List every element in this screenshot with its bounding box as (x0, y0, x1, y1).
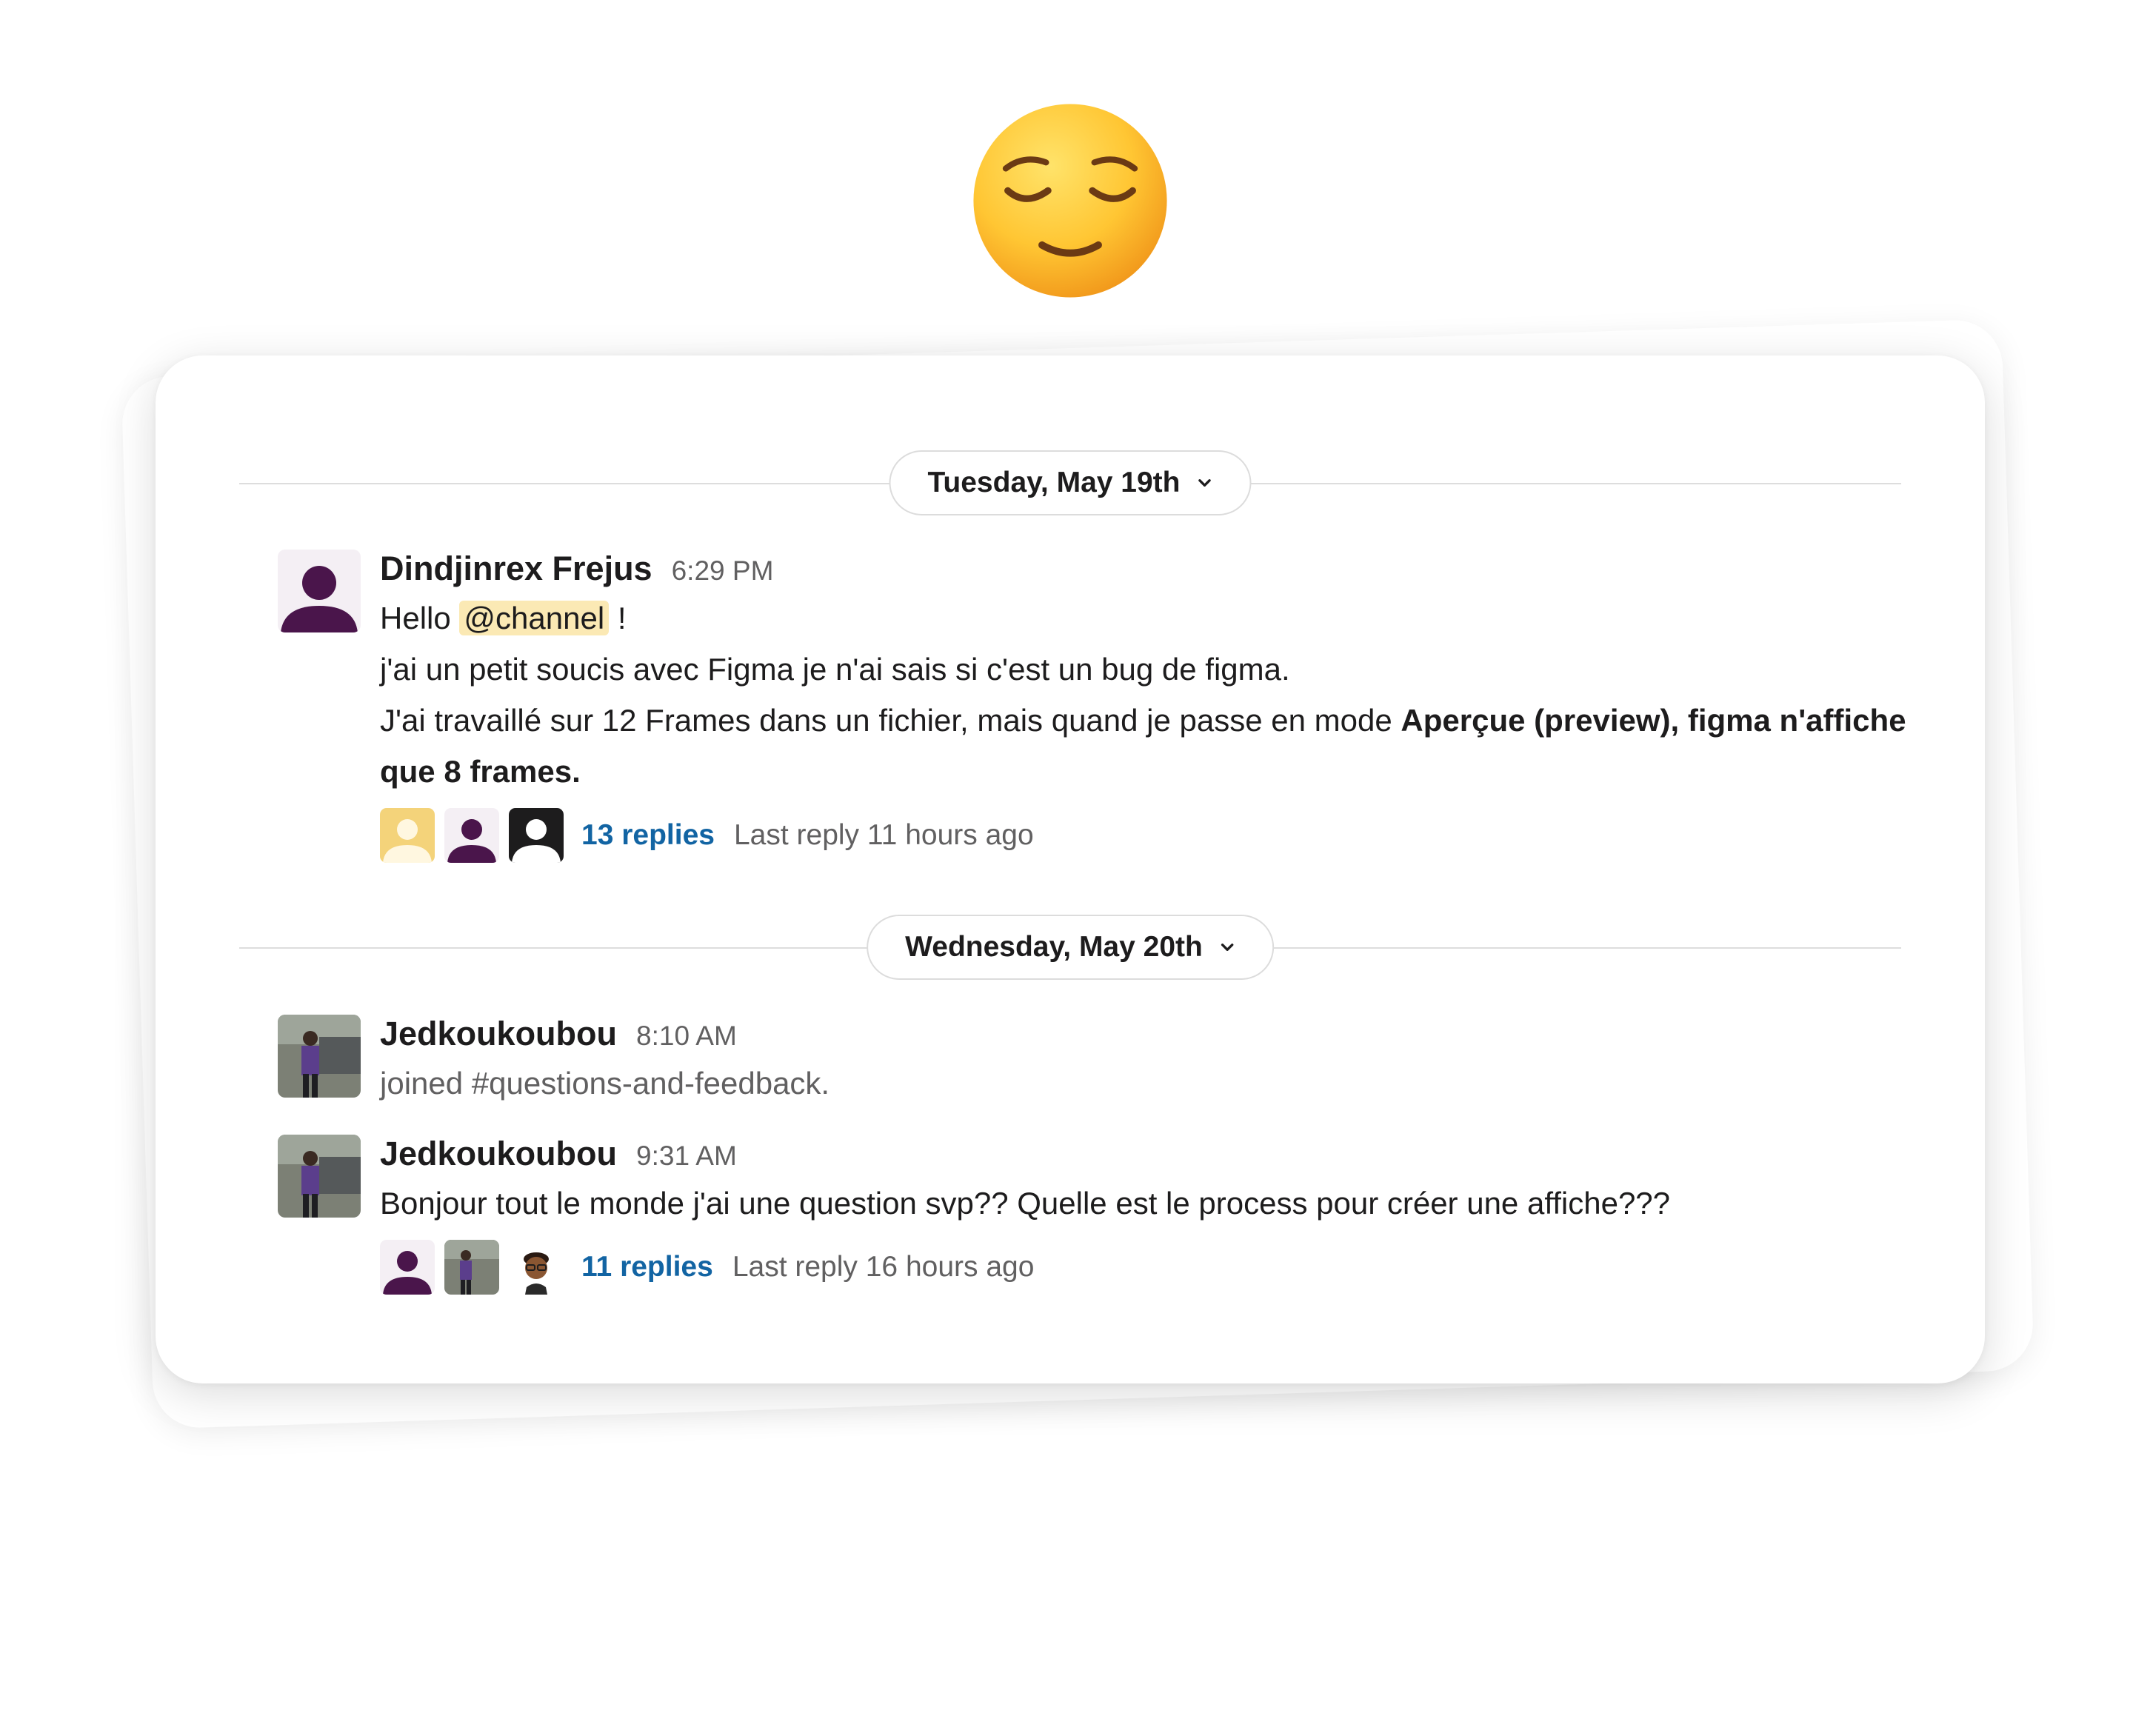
thread-summary[interactable]: 13 replies Last reply 11 hours ago (380, 807, 1922, 864)
default-user-icon (509, 808, 564, 863)
date-divider: Tuesday, May 19th (239, 450, 1901, 517)
last-reply-text: Last reply 16 hours ago (732, 1251, 1035, 1283)
author-name[interactable]: Dindjinrex Frejus (380, 550, 652, 588)
join-message: joined #questions-and-feedback. (380, 1066, 830, 1101)
relieved-face-emoji-icon (969, 100, 1171, 301)
reply-avatar (509, 1240, 564, 1295)
message-text: J'ai travaillé sur 12 Frames dans un fic… (380, 703, 1392, 738)
default-user-icon (278, 550, 361, 632)
user-photo-icon (278, 1135, 361, 1218)
date-jump-button[interactable]: Tuesday, May 19th (889, 450, 1252, 515)
date-label: Tuesday, May 19th (927, 467, 1181, 498)
date-jump-button[interactable]: Wednesday, May 20th (867, 915, 1274, 980)
default-user-icon (444, 808, 499, 863)
timestamp[interactable]: 8:10 AM (636, 1021, 737, 1052)
avatar[interactable] (278, 550, 361, 632)
default-user-icon (380, 808, 435, 863)
last-reply-text: Last reply 11 hours ago (733, 819, 1034, 851)
message-body: Bonjour tout le monde j'ai une question … (380, 1186, 1671, 1221)
timestamp[interactable]: 9:31 AM (636, 1141, 737, 1172)
reply-avatar (380, 808, 435, 863)
author-name[interactable]: Jedkoukoubou (380, 1135, 617, 1173)
reply-avatar (444, 808, 499, 863)
date-label: Wednesday, May 20th (905, 931, 1203, 963)
memoji-avatar-icon (509, 1240, 564, 1295)
reply-avatar (509, 808, 564, 863)
user-photo-icon (278, 1015, 361, 1098)
message-card: Tuesday, May 19th Dindjinrex Frejus 6:29… (156, 355, 1985, 1383)
author-name[interactable]: Jedkoukoubou (380, 1015, 617, 1053)
message-line: j'ai un petit soucis avec Figma je n'ai … (380, 652, 1290, 687)
reply-avatar (380, 1240, 435, 1295)
avatar[interactable] (278, 1015, 361, 1098)
default-user-icon (380, 1240, 435, 1295)
replies-link[interactable]: 11 replies (581, 1251, 713, 1283)
date-divider: Wednesday, May 20th (239, 915, 1901, 981)
replies-link[interactable]: 13 replies (581, 819, 715, 852)
chevron-down-icon (1198, 479, 1211, 487)
reply-avatar (444, 1240, 499, 1295)
channel-mention[interactable]: @channel (459, 601, 610, 635)
message-body: Hello @channel ! j'ai un petit soucis av… (380, 592, 1922, 797)
thread-summary[interactable]: 11 replies Last reply 16 hours ago (380, 1239, 1922, 1295)
greeting-text: Hello (380, 601, 451, 635)
timestamp[interactable]: 6:29 PM (672, 555, 774, 587)
user-photo-icon (444, 1240, 499, 1295)
message-line: J'ai travaillé sur 12 Frames dans un fic… (380, 695, 1922, 797)
chevron-down-icon (1221, 944, 1234, 951)
message-line: Hello @channel ! (380, 592, 1922, 644)
greeting-end: ! (617, 601, 627, 635)
avatar[interactable] (278, 1135, 361, 1218)
